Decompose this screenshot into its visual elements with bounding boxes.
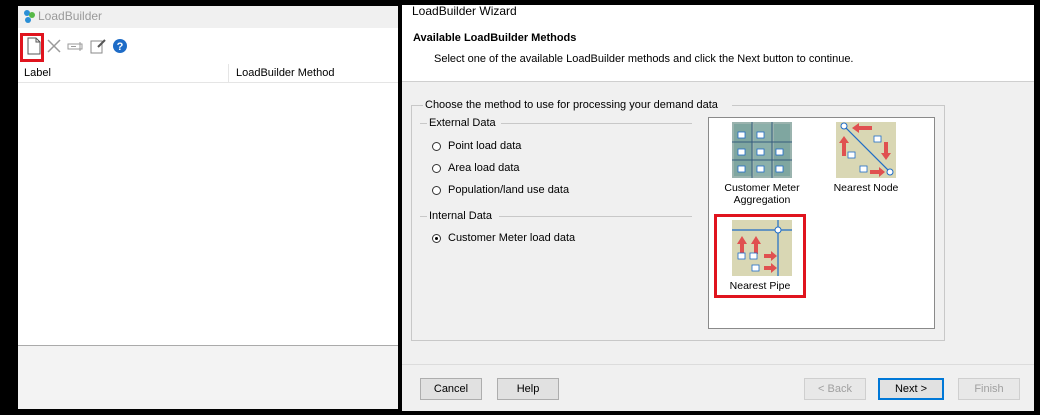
loadbuilder-list-header: Label LoadBuilder Method [18, 64, 398, 83]
internal-data-label: Internal Data [429, 210, 492, 222]
loadbuilder-title: LoadBuilder [38, 9, 103, 23]
group-border [501, 123, 692, 124]
radio-label: Area load data [448, 162, 520, 174]
method-label: Nearest Pipe [714, 280, 806, 292]
radio-label: Customer Meter load data [448, 232, 576, 244]
radio-point-load[interactable]: Point load data [432, 140, 521, 152]
group-border [411, 105, 423, 106]
method-label: Customer Meter Aggregation [714, 182, 810, 206]
new-button-highlight [20, 33, 44, 62]
wizard-heading: Available LoadBuilder Methods [413, 32, 577, 44]
customer-meter-aggregation-icon[interactable] [732, 122, 792, 178]
help-icon[interactable]: ? [110, 36, 130, 56]
help-button[interactable]: Help [497, 378, 559, 400]
group-border [732, 105, 945, 106]
column-header-method[interactable]: LoadBuilder Method [236, 67, 334, 79]
radio-population-land-use[interactable]: Population/land use data [432, 184, 569, 196]
column-separator[interactable] [228, 64, 229, 82]
loadbuilder-details-pane [18, 346, 398, 409]
loadbuilder-list[interactable] [18, 83, 398, 345]
group-border [411, 340, 945, 341]
edit-icon[interactable] [88, 36, 108, 56]
radio-button-selected[interactable] [432, 233, 441, 243]
choose-method-label: Choose the method to use for processing … [425, 99, 718, 111]
wizard-titlebar: LoadBuilder Wizard [402, 4, 1034, 21]
svg-text:?: ? [117, 41, 124, 53]
loadbuilder-titlebar: LoadBuilder [18, 6, 398, 29]
method-label: Nearest Node [818, 182, 914, 194]
radio-button[interactable] [432, 185, 441, 195]
delete-icon[interactable] [44, 36, 64, 56]
rename-icon[interactable] [66, 36, 86, 56]
loadbuilder-logo-icon [24, 10, 35, 23]
nearest-node-icon[interactable] [836, 122, 896, 178]
method-label-line: Nearest Node [833, 182, 899, 194]
wizard-instruction: Select one of the available LoadBuilder … [434, 53, 854, 65]
wizard-header: Available LoadBuilder Methods Select one… [402, 21, 1034, 82]
method-label-line: Aggregation [733, 194, 791, 206]
radio-area-load[interactable]: Area load data [432, 162, 520, 174]
loadbuilder-toolbar: ? [18, 28, 398, 62]
group-border [499, 216, 692, 217]
radio-customer-meter-load[interactable]: Customer Meter load data [432, 232, 575, 244]
back-button[interactable]: < Back [804, 378, 866, 400]
nearest-pipe-icon[interactable] [732, 220, 792, 276]
column-header-label[interactable]: Label [24, 67, 51, 79]
group-border [944, 105, 945, 341]
cancel-button[interactable]: Cancel [420, 378, 482, 400]
group-border [411, 105, 412, 341]
method-label-line: Customer Meter [724, 182, 800, 194]
radio-button[interactable] [432, 141, 441, 151]
group-border [420, 123, 427, 124]
method-label-line: Nearest Pipe [729, 280, 791, 292]
finish-button[interactable]: Finish [958, 378, 1020, 400]
external-data-label: External Data [429, 117, 496, 129]
radio-label: Population/land use data [448, 184, 570, 196]
radio-label: Point load data [448, 140, 522, 152]
radio-button[interactable] [432, 163, 441, 173]
next-button[interactable]: Next > [878, 378, 944, 400]
wizard-title: LoadBuilder Wizard [412, 4, 517, 18]
group-border [420, 216, 427, 217]
